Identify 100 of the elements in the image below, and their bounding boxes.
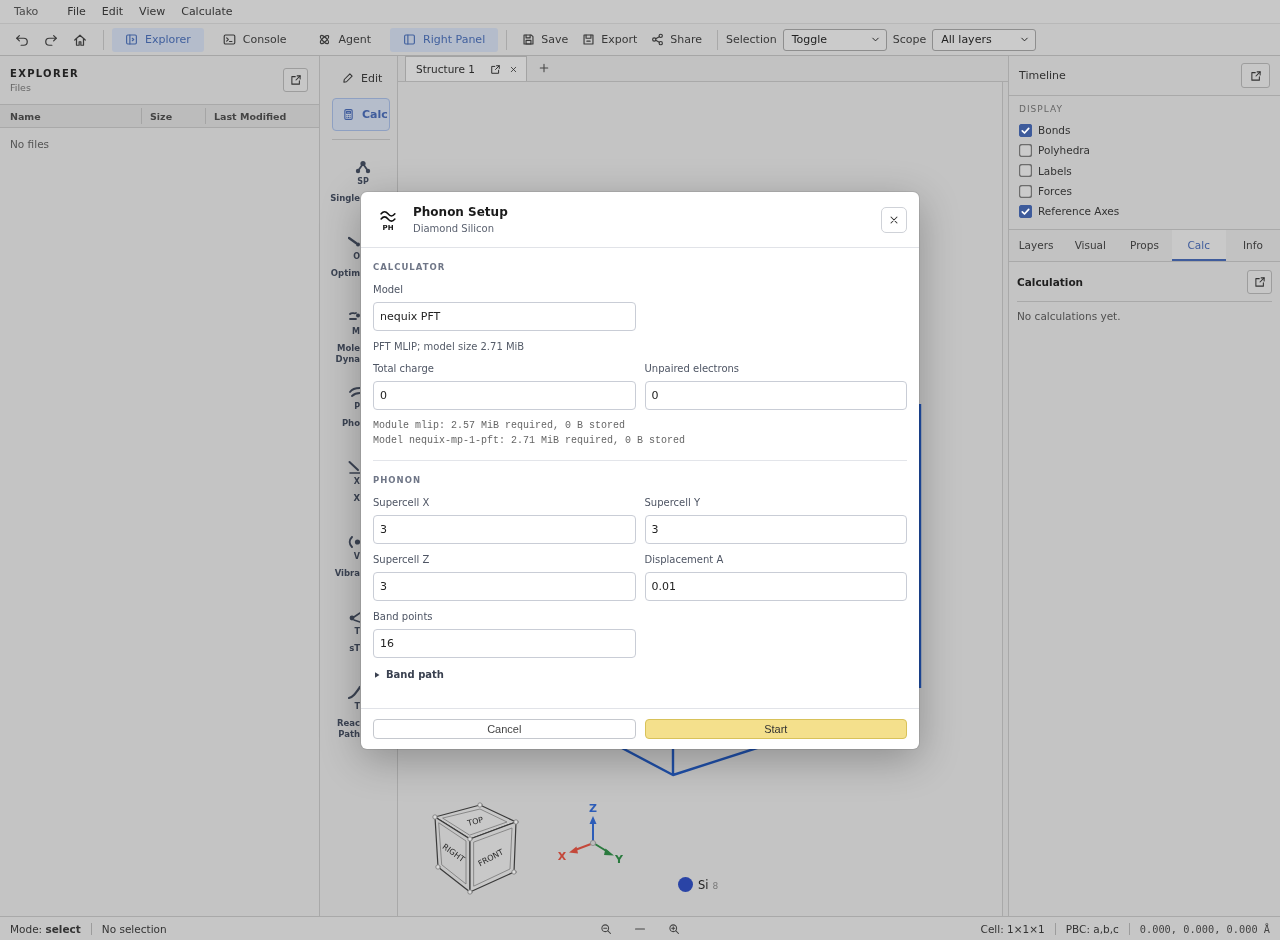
storage-note: Module mlip: 2.57 MiB required, 0 B stored — [373, 419, 627, 433]
selection-status: No selection — [101, 922, 167, 935]
checkbox-label[interactable]: Bonds — [1038, 124, 1071, 137]
text-field[interactable]: 16 — [373, 629, 636, 658]
field-label: Supercell Z — [373, 554, 431, 566]
cancel-button[interactable]: Cancel — [373, 719, 636, 739]
tool-abbreviation: X — [353, 477, 360, 487]
mode-button[interactable]: Edit — [332, 65, 390, 91]
pbc-status: PBC: a,b,c — [1065, 922, 1119, 935]
document-tab[interactable]: Structure 1 — [405, 56, 527, 81]
checkbox[interactable] — [1019, 123, 1032, 137]
field-label: Displacement A — [644, 554, 725, 566]
bracket-dot-icon[interactable] — [348, 534, 360, 550]
dialog-title: Phonon Setup — [413, 205, 509, 219]
menu-item[interactable]: Calculate — [181, 5, 233, 18]
calculator-icon — [342, 108, 355, 121]
checkbox-label[interactable]: Labels — [1038, 164, 1072, 177]
tool-label[interactable]: Optim — [330, 268, 360, 279]
panel-tab[interactable]: Calc — [1171, 230, 1226, 262]
panel-title: Timeline — [1019, 69, 1066, 82]
terminal-icon — [222, 33, 236, 46]
checkbox-label[interactable]: Polyhedra — [1038, 144, 1091, 157]
undo-icon[interactable] — [15, 32, 29, 47]
toolbar-toggle[interactable]: Console — [209, 27, 300, 52]
slash-icon[interactable] — [348, 459, 360, 475]
text-field[interactable]: 0.01 — [644, 572, 907, 601]
selection-dropdown[interactable]: Toggle — [782, 28, 887, 51]
mode-indicator: Mode: select — [10, 922, 81, 935]
text-field[interactable]: nequix PFT — [373, 302, 636, 331]
zoom-out-icon[interactable] — [600, 922, 612, 935]
menu-item[interactable]: View — [139, 5, 166, 18]
element-count: 8 — [712, 880, 719, 891]
panel-icon — [403, 33, 417, 46]
column-header[interactable]: Size — [142, 108, 206, 124]
axis-label: Z — [589, 802, 597, 815]
panel-tab[interactable]: Props — [1117, 230, 1172, 262]
section-heading: PHONON — [373, 474, 423, 487]
popout-button[interactable] — [1247, 270, 1272, 294]
close-icon[interactable] — [509, 64, 518, 74]
menu-item[interactable]: Edit — [101, 5, 124, 18]
dialog-subtitle: Diamond Silicon — [413, 223, 495, 234]
text-field[interactable]: 0 — [373, 381, 636, 410]
text-field[interactable]: 3 — [644, 515, 907, 544]
checkbox[interactable] — [1019, 164, 1032, 178]
tool-label[interactable]: Pho — [341, 418, 360, 429]
column-header[interactable]: Name — [0, 108, 142, 124]
disclosure-toggle[interactable]: Band path — [373, 668, 444, 682]
field-label: Model — [373, 284, 405, 296]
empty-message: No calculations yet. — [1016, 309, 1122, 325]
tool-label[interactable]: Single — [330, 193, 360, 204]
text-field[interactable]: 0 — [644, 381, 907, 410]
tool-label[interactable]: sT — [349, 643, 360, 654]
toolbar-button[interactable]: Save — [515, 27, 576, 52]
tool-label[interactable]: Reac Path — [336, 718, 360, 740]
text-field[interactable]: 3 — [373, 572, 636, 601]
axis-label: X — [557, 850, 567, 863]
checkbox-label[interactable]: Forces — [1038, 185, 1072, 198]
arc-icon[interactable] — [348, 384, 360, 400]
molecule-icon[interactable] — [355, 159, 371, 175]
scope-dropdown[interactable]: All layers — [932, 28, 1037, 51]
popout-button[interactable] — [1241, 63, 1270, 88]
tool-label[interactable]: Mole Dyna — [335, 343, 360, 365]
save-icon — [522, 33, 536, 46]
checkbox[interactable] — [1019, 204, 1032, 218]
zoom-in-icon[interactable] — [668, 922, 680, 935]
column-header[interactable]: Last Modified — [206, 108, 295, 124]
field-label: Unpaired electrons — [644, 363, 741, 375]
checkbox[interactable] — [1019, 143, 1032, 157]
element-symbol: Si — [698, 877, 709, 892]
pencil-icon — [342, 72, 354, 84]
tool-label[interactable]: X — [353, 493, 360, 504]
panel-tab[interactable]: Layers — [1009, 230, 1064, 262]
start-button[interactable]: Start — [644, 719, 907, 739]
curve-icon[interactable] — [348, 684, 360, 700]
toolbar-button[interactable]: Share — [644, 27, 709, 52]
toolbar-button[interactable]: Export — [575, 27, 645, 52]
text-field[interactable]: 3 — [373, 515, 636, 544]
checkbox[interactable] — [1019, 184, 1032, 198]
node-lines-icon[interactable] — [348, 609, 360, 625]
redo-icon[interactable] — [44, 32, 58, 47]
hint-text: PFT MLIP; model size 2.71 MiB — [373, 341, 526, 353]
toolbar-toggle[interactable]: Agent — [305, 27, 385, 52]
tool-abbreviation: M — [352, 327, 360, 337]
cell-size: Cell: 1×1×1 — [980, 922, 1045, 935]
menu-item[interactable]: File — [67, 5, 86, 18]
panel-subtitle: Files — [10, 81, 32, 93]
plus-icon[interactable] — [538, 62, 550, 74]
checkbox-label[interactable]: Reference Axes — [1038, 205, 1120, 218]
selection-label: Selection — [725, 33, 777, 46]
home-icon[interactable] — [73, 32, 87, 47]
axis-label: Y — [615, 853, 623, 866]
cube-face-label: TOP — [466, 815, 485, 828]
panel-tab[interactable]: Info — [1225, 230, 1280, 262]
external-link-icon — [1249, 69, 1262, 82]
external-link-icon[interactable] — [490, 63, 501, 75]
panel-tab[interactable]: Visual — [1063, 230, 1118, 262]
tool-label[interactable]: Vibra — [334, 568, 360, 579]
sidebar-icon — [125, 33, 138, 46]
popout-button[interactable] — [283, 68, 308, 92]
tool-abbreviation: O — [353, 252, 360, 262]
